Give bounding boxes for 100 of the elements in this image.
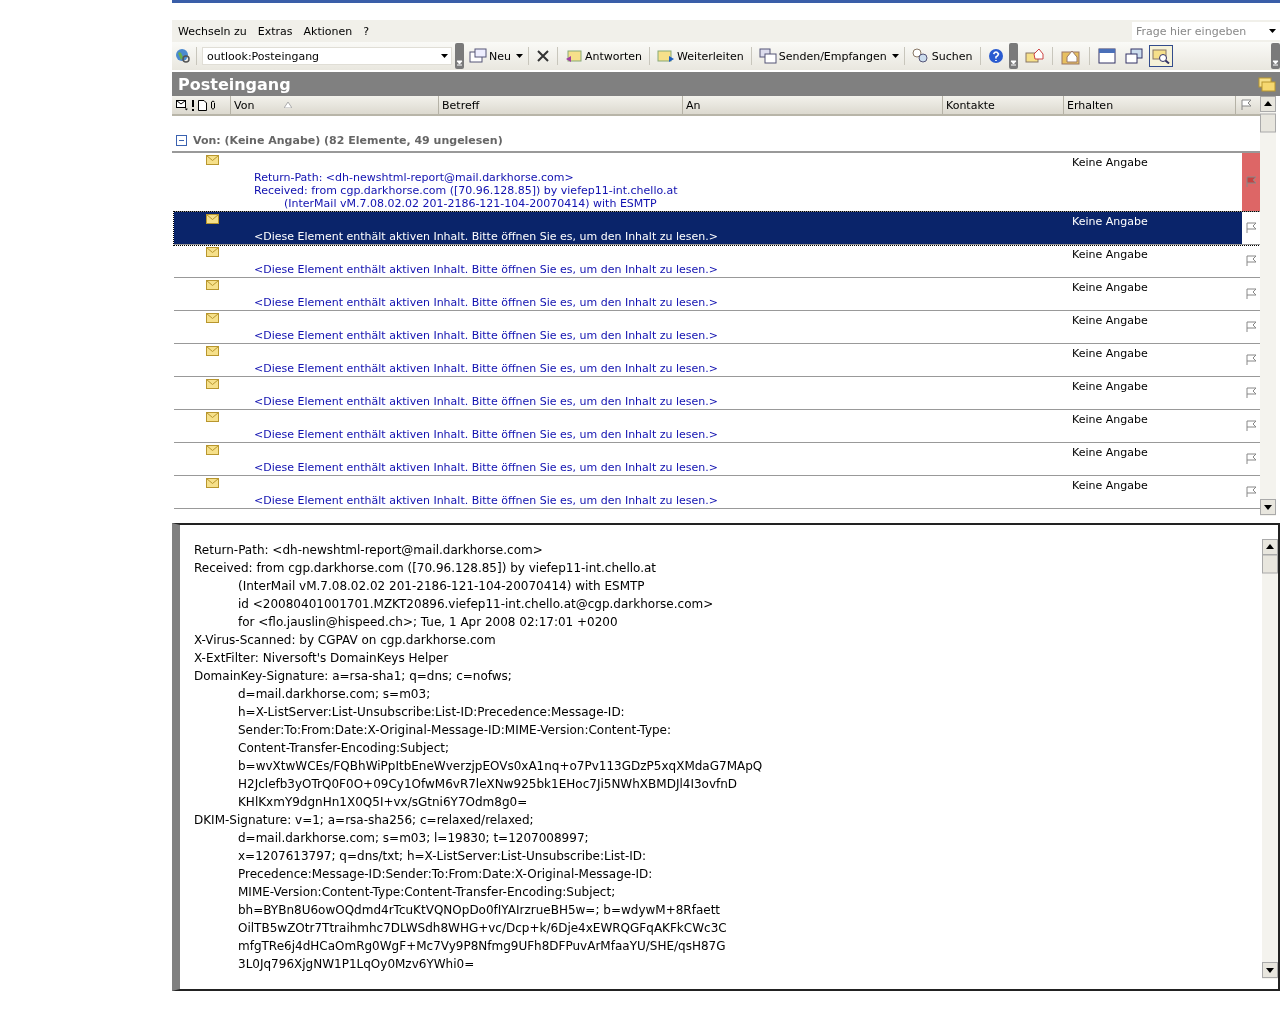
header-line: DomainKey-Signature: a=rsa-sha1; q=dns; c=nofws;: [194, 668, 513, 685]
column-header[interactable]: Kontakte: [943, 96, 1064, 114]
preview-text: <Diese Element enthält aktiven Inhalt. Bitte öffnen Sie es, um den Inhalt zu lesen.>: [254, 329, 719, 342]
toolbar-grip-icon[interactable]: [1008, 43, 1018, 69]
view-button[interactable]: [1148, 45, 1173, 67]
message-row[interactable]: Keine Angabe <Diese Element enthält aktiven Inhalt. Bitte öffnen Sie es, um den Inhalt zu lesen.>: [174, 377, 1260, 410]
header-line: for <flo.jauslin@hispeed.ch>; Tue, 1 Apr 2008 02:17:01 +0200: [237, 614, 619, 631]
envelope-icon: [176, 99, 188, 111]
toolbar-button[interactable]: Suchen: [909, 47, 975, 65]
scrollbar-drawing[interactable]: [1260, 96, 1276, 516]
envelope-icon: [206, 155, 219, 165]
preview-text: <Diese Element enthält aktiven Inhalt. Bitte öffnen Sie es, um den Inhalt zu lesen.>: [254, 395, 719, 408]
received-text: Keine Angabe: [1071, 280, 1149, 294]
header-line: h=X-ListServer:List-Unsubscribe:List-ID:Precedence:Message-ID:: [237, 704, 626, 721]
preview-text: <Diese Element enthält aktiven Inhalt. Bitte öffnen Sie es, um den Inhalt zu lesen.>: [254, 263, 719, 276]
preview-text: Return-Path: <dh-newshtml-report@mail.darkhorse.com>: [254, 171, 575, 184]
send-receive-icon: [758, 48, 777, 64]
menu-item[interactable]: ?: [361, 24, 379, 38]
column-header[interactable]: Von: [231, 96, 439, 114]
header-line: H2Jclefb3yOTrQ0F0O+09Cy1OfwM6vR7leXNw925bk1EHoc7Ji5NWhXBMDJl4I3ovfnD: [237, 776, 739, 793]
flag-icon[interactable]: [1245, 453, 1257, 465]
importance-icon: [191, 99, 195, 111]
envelope-icon: [206, 214, 219, 224]
flag-icon[interactable]: [1245, 321, 1257, 333]
ask-field[interactable]: Frage hier eingeben: [1132, 22, 1280, 40]
column-header[interactable]: An: [683, 96, 943, 114]
folder-mail-icon: [1258, 76, 1276, 92]
preview-text: <Diese Element enthält aktiven Inhalt. Bitte öffnen Sie es, um den Inhalt zu lesen.>: [254, 230, 719, 243]
header-line: X-Virus-Scanned: by CGPAV on cgp.darkhorse.com: [194, 632, 497, 649]
preview-text: <Diese Element enthält aktiven Inhalt. Bitte öffnen Sie es, um den Inhalt zu lesen.>: [254, 494, 719, 507]
toolbar-grip-icon[interactable]: [455, 43, 464, 69]
search-icon: [911, 48, 930, 64]
header-line: KHlKxmY9dgnHn1X0Q5I+vx/sGtni6Y7Odm8g0=: [237, 794, 529, 811]
message-row[interactable]: Keine Angabe <Diese Element enthält aktiven Inhalt. Bitte öffnen Sie es, um den Inhalt zu lesen.>: [174, 410, 1260, 443]
message-row[interactable]: Keine Angabe <Diese Element enthält aktiven Inhalt. Bitte öffnen Sie es, um den Inhalt zu lesen.>: [174, 245, 1260, 278]
message-row[interactable]: Keine Angabe <Diese Element enthält aktiven Inhalt. Bitte öffnen Sie es, um den Inhalt zu lesen.>: [174, 278, 1260, 311]
column-header[interactable]: Erhalten: [1064, 96, 1236, 114]
preview-text: <Diese Element enthält aktiven Inhalt. Bitte öffnen Sie es, um den Inhalt zu lesen.>: [254, 362, 719, 375]
caret-icon[interactable]: [515, 54, 523, 58]
message-row[interactable]: Keine Angabe <Diese Element enthält aktiven Inhalt. Bitte öffnen Sie es, um den Inhalt zu lesen.>: [174, 311, 1260, 344]
paperclip-icon: [210, 99, 216, 111]
flag-icon[interactable]: [1245, 486, 1257, 498]
sort-arrow-icon: [284, 102, 293, 108]
envelope-icon: [206, 247, 219, 257]
toolbar-button[interactable]: Senden/Empfangen: [756, 47, 889, 65]
menu-item[interactable]: Wechseln zu: [176, 24, 256, 38]
toolbar-button[interactable]: Neu: [467, 47, 513, 65]
header-line: d=mail.darkhorse.com; s=m03; l=19830; t=1207008997;: [237, 830, 590, 847]
toolbar-grip-icon[interactable]: [1271, 43, 1280, 69]
house-mail-icon: [1023, 47, 1044, 65]
header-line: b=wvXtwWCEs/FQBhWiPpItbEneWverzjpEOVs0xA1nq+o7Pv113GDzP5xqXMdaG7MApQ: [237, 758, 764, 775]
flag-cell[interactable]: [1242, 212, 1260, 244]
forward-icon: [657, 48, 676, 64]
collapse-toggle-icon[interactable]: [176, 135, 187, 146]
preview-text: (InterMail vM.7.08.02.02 201-2186-121-104-20070414) with ESMTP: [283, 197, 658, 210]
caret-icon: [1269, 29, 1276, 33]
received-text: Keine Angabe: [1071, 346, 1149, 360]
flag-icon[interactable]: [1245, 420, 1257, 432]
flag-icon[interactable]: [1245, 222, 1257, 234]
header-line: bh=BYBn8U6owOQdmd4rTcuKtVQNOpDo0fIYAIrzrueBH5w=; b=wdywM+8Rfaett: [237, 902, 722, 919]
message-row[interactable]: Keine Angabe <Diese Element enthält aktiven Inhalt. Bitte öffnen Sie es, um den Inhalt zu lesen.>: [174, 443, 1260, 476]
windows-icon: [1124, 48, 1143, 64]
received-text: Keine Angabe: [1071, 412, 1149, 426]
header-line: id <20080401001701.MZKT20896.viefep11-int.chello.at@cgp.darkhorse.com>: [237, 596, 715, 613]
header-line: X-ExtFilter: Niversoft's DomainKeys Helper: [194, 650, 450, 667]
flag-icon[interactable]: [1241, 99, 1252, 111]
toolbar-button[interactable]: Antworten: [562, 47, 645, 65]
mail-search-icon: [1151, 48, 1170, 64]
received-text: Keine Angabe: [1071, 445, 1149, 459]
header-line: OilTB5wZOtr7Ttraihmhc7DLWSdh8WHG+vc/Dcp+k/6Dje4xEWRQGFqAKFkCWc3C: [237, 920, 728, 937]
flag-cell[interactable]: [1242, 153, 1260, 211]
column-header[interactable]: Betreff: [439, 96, 683, 114]
address-field[interactable]: outlook:Posteingang: [202, 47, 452, 65]
envelope-icon: [206, 379, 219, 389]
header-line: Return-Path: <dh-newshtml-report@mail.darkhorse.com>: [194, 542, 544, 559]
new-mail-icon: [469, 48, 487, 64]
message-row[interactable]: [174, 153, 1260, 212]
header-line: MIME-Version:Content-Type:Content-Transfer-Encoding:Subject;: [237, 884, 617, 901]
preview-text: Received: from cgp.darkhorse.com ([70.96.128.85]) by viefep11-int.chello.at: [254, 184, 679, 197]
menu-item[interactable]: Extras: [255, 24, 302, 38]
menu-item[interactable]: Aktionen: [301, 24, 362, 38]
received-text: Keine Angabe: [1071, 214, 1149, 228]
header-line: Precedence:Message-ID:Sender:To:From:Date:X-Original-Message-ID:: [237, 866, 654, 883]
envelope-icon: [206, 445, 219, 455]
toolbar-button[interactable]: Weiterleiten: [655, 47, 746, 65]
flag-icon[interactable]: [1245, 387, 1257, 399]
envelope-icon: [206, 313, 219, 323]
flag-icon[interactable]: [1245, 255, 1257, 267]
message-row[interactable]: Keine Angabe <Diese Element enthält aktiven Inhalt. Bitte öffnen Sie es, um den Inhalt zu lesen.>: [174, 344, 1260, 377]
help-icon: [987, 48, 1004, 64]
envelope-icon: [206, 346, 219, 356]
message-row[interactable]: Keine Angabe <Diese Element enthält aktiven Inhalt. Bitte öffnen Sie es, um den Inhalt zu lesen.>: [174, 212, 1260, 245]
envelope-icon: [206, 280, 219, 290]
preview-text: <Diese Element enthält aktiven Inhalt. Bitte öffnen Sie es, um den Inhalt zu lesen.>: [254, 461, 719, 474]
flag-icon[interactable]: [1245, 354, 1257, 366]
caret-icon[interactable]: [891, 54, 899, 58]
flag-icon[interactable]: [1245, 288, 1257, 300]
scrollbar-drawing[interactable]: [1262, 539, 1278, 979]
header-line: DKIM-Signature: v=1; a=rsa-sha256; c=relaxed/relaxed;: [194, 812, 535, 829]
message-row[interactable]: Keine Angabe <Diese Element enthält aktiven Inhalt. Bitte öffnen Sie es, um den Inhalt zu lesen.>: [174, 476, 1260, 509]
